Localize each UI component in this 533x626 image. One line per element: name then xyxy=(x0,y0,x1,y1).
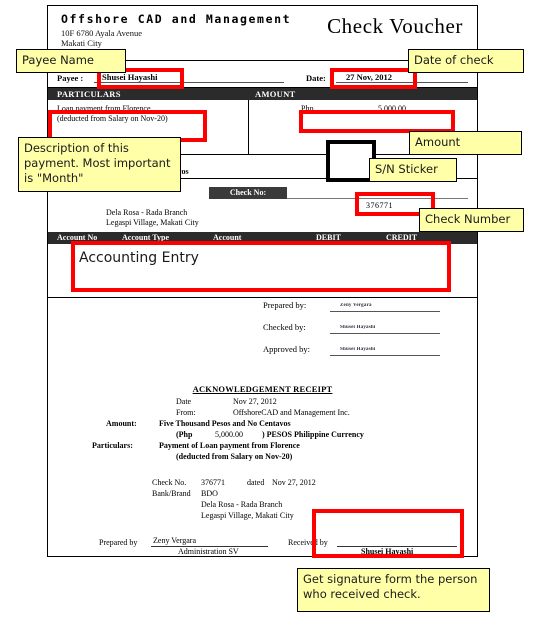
ack-dated-value: Nov 27, 2012 xyxy=(272,478,316,487)
check-voucher-document: Offshore CAD and Management 10F 6780 Aya… xyxy=(47,5,478,557)
column-account-type: Account Type xyxy=(122,233,170,242)
payee-value: Shusei Hayashi xyxy=(94,72,284,83)
check-no-underline xyxy=(287,198,468,199)
column-account-no: Account No xyxy=(57,233,98,242)
ack-amount-label: Amount: xyxy=(106,419,137,428)
prepared-by-label: Prepared by: xyxy=(263,300,307,310)
approved-by-signature: Shusei Hayashi xyxy=(340,347,376,352)
ack-prepared-by-title: Administration SV xyxy=(178,547,239,556)
date-label: Date: xyxy=(306,73,326,83)
checked-by-line xyxy=(330,333,440,334)
note-sn-sticker: S/N Sticker xyxy=(369,158,457,182)
ack-bank-line2: Legaspi Village, Makati City xyxy=(201,511,294,520)
ack-prepared-by-name: Zeny Vergara xyxy=(153,536,197,545)
ack-particulars-label: Particulars: xyxy=(92,441,133,450)
ack-amount-words: Five Thousand Pesos and No Centavos xyxy=(159,419,291,428)
note-description: Description of this payment. Most import… xyxy=(18,137,181,192)
column-credit: CREDIT xyxy=(386,233,418,242)
prepared-by-signature: Zeny Vergara xyxy=(340,303,372,308)
amount-currency: Php xyxy=(301,104,314,113)
ack-particulars-value: Payment of Loan payment from Florence xyxy=(159,441,300,450)
ack-from-label: From: xyxy=(176,408,196,417)
company-address-line1: 10F 6780 Ayala Avenue xyxy=(61,28,142,38)
ack-amount-paren-open: (Php xyxy=(176,430,193,439)
particulars-divider xyxy=(248,100,249,154)
acknowledgement-title: ACKNOWLEDGEMENT RECEIPT xyxy=(192,384,333,394)
ack-amount-figure: 5,000.00 xyxy=(215,430,243,439)
company-address-line2: Makati City xyxy=(61,38,102,48)
note-get-signature: Get signature form the person who receiv… xyxy=(297,568,490,612)
approved-by-line xyxy=(330,355,440,356)
note-check-number: Check Number xyxy=(419,208,524,232)
ack-from-value: OffshoreCAD and Management Inc. xyxy=(233,408,350,417)
check-no-value: 376771 xyxy=(366,201,393,210)
ack-particulars-value2: (deducted from Salary on Nov-20) xyxy=(176,452,293,461)
bank-branch-line1: Dela Rosa - Rada Branch xyxy=(106,208,188,217)
ack-check-no-label: Check No. xyxy=(152,478,187,487)
ack-amount-paren-close: ) PESOS Philippine Currency xyxy=(262,430,364,439)
ack-prepared-by-label: Prepared by xyxy=(99,538,138,547)
checked-by-label: Checked by: xyxy=(263,322,306,332)
document-title: Check Voucher xyxy=(327,14,463,38)
ack-received-by-label: Received by xyxy=(288,538,328,547)
note-date-of-check: Date of check xyxy=(408,49,524,73)
prepared-by-line xyxy=(330,311,440,312)
particulars-line1: Loan payment from Florence xyxy=(57,104,151,113)
amount-value: 5,000.00 xyxy=(378,104,406,113)
particulars-amount-header-bar: PARTICULARS AMOUNT xyxy=(48,88,477,100)
ack-received-by-name: Shusei Hayashi xyxy=(361,547,414,556)
approved-by-label: Approved by: xyxy=(263,344,310,354)
checked-by-signature: Shusei Hayashi xyxy=(340,325,376,330)
ack-date-value: Nov 27, 2012 xyxy=(233,397,277,406)
ack-check-no-value: 376771 xyxy=(201,478,225,487)
column-account: Account xyxy=(213,233,242,242)
particulars-line2: (deducted from Salary on Nov-20) xyxy=(57,114,168,123)
note-payee-name: Payee Name xyxy=(16,49,126,73)
note-amount: Amount xyxy=(409,131,522,155)
amount-column-header: AMOUNT xyxy=(255,89,296,99)
approvals-section: Prepared by: Zeny Vergara Checked by: Sh… xyxy=(48,298,477,366)
ack-date-label: Date xyxy=(176,397,192,406)
particulars-column-header: PARTICULARS xyxy=(57,89,121,99)
ack-dated-label: dated xyxy=(247,478,265,487)
bank-branch-line2: Legaspi Village, Makati City xyxy=(106,218,199,227)
ack-bank-brand-value: BDO xyxy=(201,489,218,498)
date-value: 27 Nov, 2012 xyxy=(336,72,468,83)
check-no-label: Check No: xyxy=(209,187,287,199)
ack-bank-brand-label: Bank/Brand xyxy=(152,489,191,498)
ack-bank-line1: Dela Rosa - Rada Branch xyxy=(201,500,283,509)
company-name: Offshore CAD and Management xyxy=(61,12,292,26)
note-accounting-entry: Accounting Entry xyxy=(79,250,199,266)
accounting-table-header: Account No Account Type Account DEBIT CR… xyxy=(48,232,477,244)
column-debit: DEBIT xyxy=(316,233,341,242)
payee-label: Payee : xyxy=(57,73,84,83)
